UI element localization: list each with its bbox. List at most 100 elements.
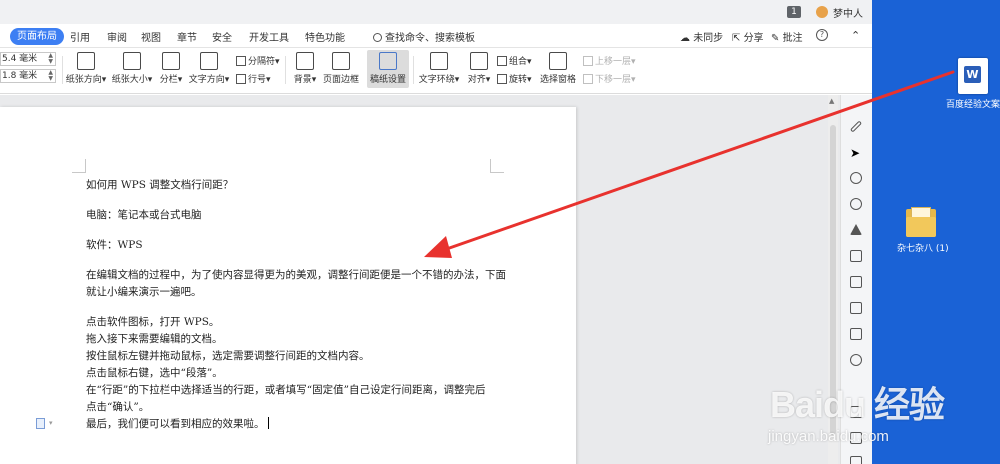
background-button[interactable]: 背景▾ [291, 52, 319, 85]
background-label: 背景 [293, 75, 312, 85]
ribbon-divider [285, 56, 286, 84]
word-document-desktop-icon[interactable]: W [958, 58, 988, 94]
tab-page-layout[interactable]: 页面布局 [10, 28, 64, 45]
columns-icon [162, 52, 180, 70]
paragraph-layout-caret[interactable]: ▾ [49, 419, 53, 427]
page-border-button[interactable]: 页面边框 [321, 52, 361, 85]
line-number-icon [236, 74, 246, 84]
watermark-logo: Baidu 经验 [770, 384, 945, 425]
document-line[interactable]: 电脑：笔记本或台式电脑 [86, 207, 506, 224]
page-border-icon [332, 52, 350, 70]
margin-top-value: 5.4 毫米 [2, 54, 38, 64]
paper-size-label: 纸张大小 [111, 75, 148, 85]
word-document-desktop-label[interactable]: 百度经验文案 [946, 97, 1000, 110]
orientation-button[interactable]: 纸张方向▾ [64, 52, 108, 85]
grid-settings-icon [379, 52, 397, 70]
selection-pane-label: 选择窗格 [539, 75, 576, 85]
selection-pane-button[interactable]: 选择窗格 [538, 52, 578, 85]
tab-chapter[interactable]: 章节 [177, 29, 197, 44]
ribbon-divider [62, 56, 63, 84]
sync-status-button[interactable]: ☁ 未同步 [680, 29, 723, 44]
folder-desktop-label[interactable]: 杂七杂八 (1) [897, 241, 949, 254]
line-number-button[interactable]: 行号▾ [236, 72, 271, 85]
line-number-label: 行号 [248, 75, 267, 85]
bring-forward-icon [583, 56, 593, 66]
chart-icon[interactable] [850, 302, 862, 314]
scroll-up-arrow[interactable]: ▲ [829, 97, 834, 105]
align-button[interactable]: 对齐▾ [465, 52, 493, 85]
page-count-badge[interactable]: 1 [787, 6, 801, 18]
folder-front [906, 217, 936, 237]
tab-security[interactable]: 安全 [212, 29, 232, 44]
tab-developer-tools[interactable]: 开发工具 [249, 29, 289, 44]
rotate-button[interactable]: 旋转▾ [497, 72, 532, 85]
orientation-label: 纸张方向 [65, 75, 102, 85]
more-tools-icon[interactable] [850, 456, 862, 464]
document-body[interactable]: 如何用 WPS 调整文档行间距？ 电脑：笔记本或台式电脑 软件：WPS 在编辑文档的过… [86, 177, 506, 433]
command-search[interactable]: 查找命令、搜索模板 [373, 29, 475, 44]
collapse-ribbon-icon[interactable]: ⌃ [851, 29, 860, 42]
table-icon[interactable] [850, 276, 862, 288]
page-border-label: 页面边框 [322, 75, 359, 85]
selection-pane-icon [549, 52, 567, 70]
document-line[interactable]: 按住鼠标左键并拖动鼠标，选定需要调整行间距的文档内容。 [86, 348, 506, 365]
menu-bar: 页面布局 引用 审阅 视图 章节 安全 开发工具 特色功能 查找命令、搜索模板 … [0, 24, 872, 48]
grid-settings-button[interactable]: 稿纸设置 [367, 50, 409, 88]
tab-review[interactable]: 审阅 [107, 29, 127, 44]
help-icon[interactable]: ? [816, 29, 828, 41]
text-direction-button[interactable]: 文字方向▾ [187, 52, 231, 85]
document-line[interactable]: 在“行距”的下拉栏中选择适当的行距，或者填写“固定值”自己设定行间距离，调整完后 [86, 382, 506, 399]
share-button[interactable]: ⇱ 分享 [732, 29, 764, 44]
text-wrap-icon [430, 52, 448, 70]
cursor-icon[interactable]: ➤ [850, 146, 864, 160]
shapes-icon[interactable] [850, 198, 862, 210]
separator-label: 分隔符 [248, 57, 276, 67]
document-line[interactable]: 就让小编来演示一遍吧。 [86, 284, 506, 301]
style-icon[interactable] [850, 224, 862, 235]
columns-button[interactable]: 分栏▾ [157, 52, 185, 85]
columns-label: 分栏 [159, 75, 178, 85]
settings-sliders-icon[interactable] [850, 328, 862, 340]
bring-forward-button[interactable]: 上移一层▾ [583, 54, 636, 67]
bell-icon[interactable] [850, 354, 862, 366]
text-wrap-label: 文字环绕 [418, 75, 455, 85]
group-button[interactable]: 组合▾ [497, 54, 532, 67]
separator-button[interactable]: 分隔符▾ [236, 54, 280, 67]
paper-size-button[interactable]: 纸张大小▾ [110, 52, 154, 85]
wps-window: 1 梦中人 页面布局 引用 审阅 视图 章节 安全 开发工具 特色功能 查找命令… [0, 0, 872, 464]
margin-bottom-value: 1.8 毫米 [2, 71, 38, 81]
search-icon [373, 33, 382, 42]
document-page[interactable]: 如何用 WPS 调整文档行间距？ 电脑：笔记本或台式电脑 软件：WPS 在编辑文档的过… [0, 107, 576, 464]
document-line[interactable]: 点击“确认”。 [86, 399, 506, 416]
document-line[interactable]: 拖入接下来需要编辑的文档。 [86, 331, 506, 348]
text-wrap-button[interactable]: 文字环绕▾ [417, 52, 461, 85]
user-name[interactable]: 梦中人 [833, 5, 863, 20]
send-backward-button[interactable]: 下移一层▾ [583, 72, 636, 85]
document-line[interactable]: 点击鼠标右键，选中“段落”。 [86, 365, 506, 382]
margin-bottom-spinner[interactable]: 1.8 毫米 ▲ ▼ [0, 69, 56, 83]
bring-forward-label: 上移一层 [595, 57, 632, 67]
tab-references[interactable]: 引用 [70, 29, 90, 44]
text-cursor [267, 417, 269, 429]
paper-size-icon [123, 52, 141, 70]
document-line[interactable]: 最后，我们便可以看到相应的效果啦。 [86, 416, 506, 433]
folder-desktop-icon[interactable] [906, 207, 936, 237]
rotate-label: 旋转 [509, 75, 528, 85]
tab-view[interactable]: 视图 [141, 29, 161, 44]
document-line[interactable]: 如何用 WPS 调整文档行间距？ [86, 177, 506, 194]
location-icon[interactable] [850, 172, 862, 184]
watermark-url: jingyan.baidu.com [768, 428, 889, 445]
document-line[interactable]: 在编辑文档的过程中，为了使内容显得更为的美观，调整行间距便是一个不错的办法，下面 [86, 267, 506, 284]
paragraph-layout-icon[interactable] [36, 418, 45, 429]
tab-special-features[interactable]: 特色功能 [305, 29, 345, 44]
margin-top-spinner[interactable]: 5.4 毫米 ▲ ▼ [0, 52, 56, 66]
comment-button[interactable]: ✎ 批注 [771, 29, 803, 44]
text-direction-label: 文字方向 [188, 75, 225, 85]
document-line[interactable]: 软件：WPS [86, 237, 506, 254]
document-line[interactable]: 点击软件图标，打开 WPS。 [86, 314, 506, 331]
user-avatar[interactable] [816, 6, 828, 18]
share-label: 分享 [743, 33, 764, 44]
grid-view-icon[interactable] [850, 250, 862, 262]
